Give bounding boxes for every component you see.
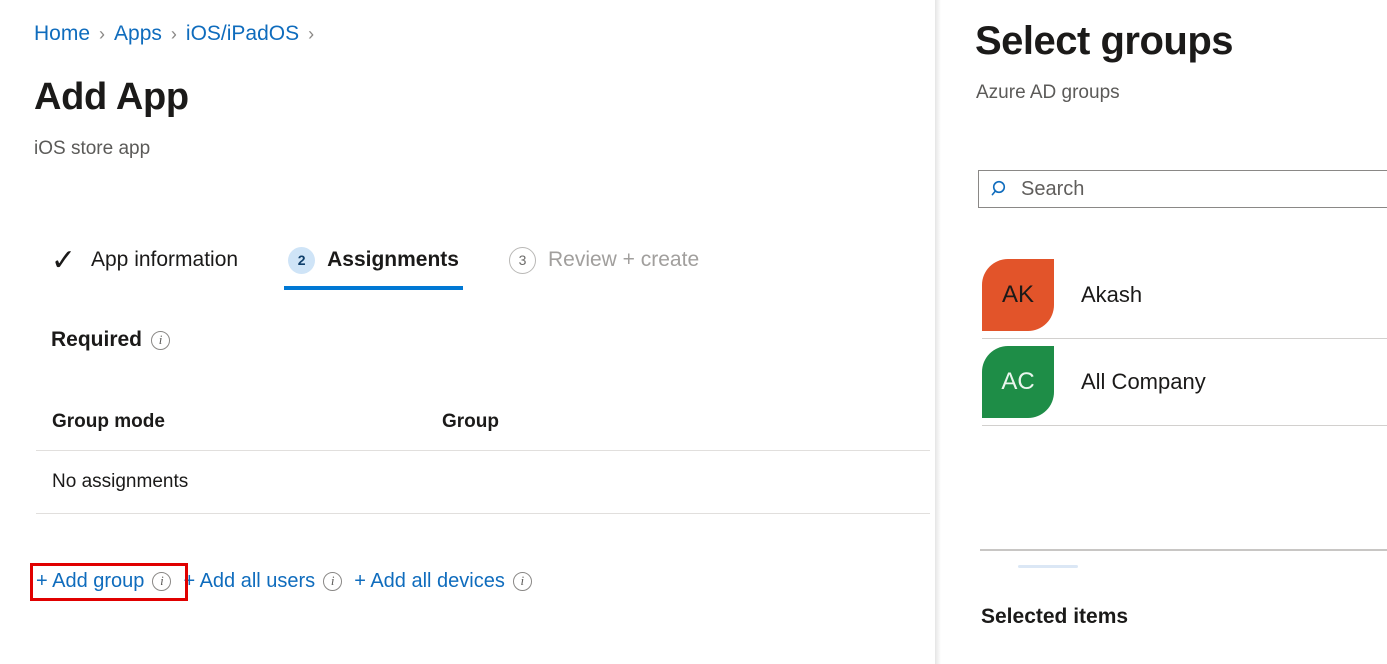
section-heading-required: Required i [51,327,170,353]
page-title: Add App [34,74,189,120]
group-list: AK Akash AC All Company [982,252,1387,426]
add-all-users-link[interactable]: + Add all users [183,568,315,594]
select-groups-panel: Select groups Azure AD groups Search AK … [935,0,1387,664]
breadcrumb-item-apps[interactable]: Apps [114,21,162,47]
search-input[interactable]: Search [978,170,1387,208]
wizard-step-assignments[interactable]: 2 Assignments [284,238,463,282]
page-subtitle: iOS store app [34,137,150,161]
table-row: No assignments [36,451,930,513]
step-number-badge: 3 [509,247,536,274]
list-item-label: All Company [1081,368,1206,396]
column-header-group-mode: Group mode [52,410,442,434]
add-group-link[interactable]: + Add group [36,568,144,594]
list-item[interactable]: AK Akash [982,252,1387,338]
table-divider [36,513,930,514]
wizard-step-label: Review + create [548,247,699,273]
column-header-group: Group [442,410,930,434]
search-input-placeholder: Search [1021,177,1084,201]
avatar: AC [982,346,1054,418]
wizard-step-app-information[interactable]: ✓ App information [46,238,242,282]
cell-group-mode: No assignments [52,470,188,494]
panel-subtitle: Azure AD groups [976,81,1120,105]
table-header-row: Group mode Group [36,410,930,450]
panel-section-divider [980,549,1387,551]
breadcrumb-item-ios-ipados[interactable]: iOS/iPadOS [186,21,299,47]
section-heading-label: Required [51,327,142,353]
wizard-step-label: App information [91,247,238,273]
breadcrumb: Home › Apps › iOS/iPadOS › [34,21,323,47]
info-icon[interactable]: i [513,572,532,591]
search-icon [991,179,1011,199]
assignment-action-links: + Add group i + Add all users i + Add al… [36,568,544,594]
list-divider [982,425,1387,426]
clipped-selected-item [1018,565,1078,568]
info-icon[interactable]: i [323,572,342,591]
assignments-table: Group mode Group No assignments [36,410,930,514]
wizard-step-review-create[interactable]: 3 Review + create [505,238,703,282]
wizard-step-label: Assignments [327,247,459,273]
check-icon: ✓ [50,247,77,274]
info-icon[interactable]: i [151,331,170,350]
chevron-right-icon: › [99,21,105,47]
main-content-region: Home › Apps › iOS/iPadOS › Add App iOS s… [0,0,935,664]
info-icon[interactable]: i [152,572,171,591]
step-number-badge: 2 [288,247,315,274]
list-item[interactable]: AC All Company [982,339,1387,425]
chevron-right-icon: › [308,21,314,47]
wizard-steps: ✓ App information 2 Assignments 3 Review… [46,238,703,294]
avatar: AK [982,259,1054,331]
list-item-label: Akash [1081,281,1142,309]
add-all-devices-link[interactable]: + Add all devices [354,568,505,594]
panel-title: Select groups [975,16,1233,66]
selected-items-heading: Selected items [981,604,1128,630]
chevron-right-icon: › [171,21,177,47]
breadcrumb-item-home[interactable]: Home [34,21,90,47]
active-tab-underline [284,286,463,290]
